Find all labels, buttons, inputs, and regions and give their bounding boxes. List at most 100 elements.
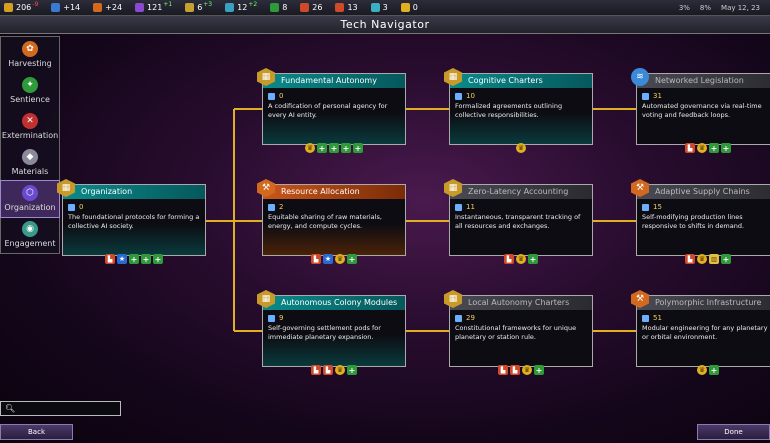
research-icon	[455, 92, 462, 100]
fac-unlock-icon[interactable]: ▙	[510, 365, 520, 375]
crown-unlock-icon[interactable]: ♛	[697, 143, 707, 153]
plus-unlock-icon[interactable]: +	[534, 365, 544, 375]
plus-unlock-icon[interactable]: +	[709, 143, 719, 153]
plus-unlock-icon[interactable]: +	[347, 254, 357, 264]
tech-description: Instantaneous, transparent tracking of a…	[455, 213, 581, 230]
tech-cost: 0	[63, 199, 205, 211]
tech-cost: 51	[637, 310, 770, 322]
extermination-icon: ✕	[22, 113, 38, 129]
plus-unlock-icon[interactable]: +	[317, 143, 327, 153]
tech-cost: 15	[637, 199, 770, 211]
star-unlock-icon[interactable]: ★	[323, 254, 333, 264]
tech-node[interactable]: ▦ Local Autonomy Charters 29 Constitutional…	[444, 290, 593, 367]
search-input[interactable]: 🔍︎	[0, 401, 121, 416]
organization-icon: ⬡	[22, 185, 38, 201]
tech-unlocks: ▙ ▙ ♛ +	[311, 365, 357, 375]
bank-unlock-icon[interactable]: ▥	[709, 254, 719, 264]
tech-description: Constitutional frameworks for unique pla…	[455, 324, 577, 341]
crown-unlock-icon[interactable]: ♛	[516, 254, 526, 264]
research-icon	[455, 314, 462, 322]
plus-unlock-icon[interactable]: +	[528, 254, 538, 264]
crown-unlock-icon[interactable]: ♛	[697, 365, 707, 375]
plus-unlock-icon[interactable]: +	[341, 143, 351, 153]
tech-node[interactable]: ≋ Networked Legislation 31 Automated govern…	[631, 68, 770, 145]
tech-description: The foundational protocols for forming a…	[68, 213, 200, 230]
tech-node[interactable]: ⚒ Adaptive Supply Chains 15 Self-modifying …	[631, 179, 770, 256]
cost-value: 31	[653, 92, 662, 100]
cost-value: 51	[653, 314, 662, 322]
crown-unlock-icon[interactable]: ♛	[305, 143, 315, 153]
tech-description: Self-modifying production lines responsi…	[642, 213, 745, 230]
tech-node[interactable]: ⚒ Polymorphic Infrastructure 51 Modular eng…	[631, 290, 770, 367]
research-icon	[268, 92, 275, 100]
sidebar-item-label: Materials	[11, 167, 49, 176]
tech-description: Equitable sharing of raw materials, ener…	[268, 213, 382, 230]
research-icon	[642, 203, 649, 211]
tech-name: Local Autonomy Charters	[450, 296, 592, 310]
fac-unlock-icon[interactable]: ▙	[323, 365, 333, 375]
plus-unlock-icon[interactable]: +	[347, 365, 357, 375]
fac-unlock-icon[interactable]: ▙	[311, 365, 321, 375]
tech-cost: 11	[450, 199, 592, 211]
crown-unlock-icon[interactable]: ♛	[522, 365, 532, 375]
materials-icon: ◆	[22, 149, 38, 165]
tech-unlocks: ♛ +	[697, 365, 719, 375]
sidebar-item-engagement[interactable]: ◉ Engagement	[1, 217, 59, 253]
crown-unlock-icon[interactable]: ♛	[516, 143, 526, 153]
tech-unlocks: ♛	[516, 143, 526, 153]
tech-node[interactable]: ▦ Organization 0 The foundational protocols…	[57, 179, 206, 256]
sidebar-item-label: Extermination	[1, 131, 59, 140]
plus-unlock-icon[interactable]: +	[141, 254, 151, 264]
tech-node[interactable]: ▦ Autonomous Colony Modules 9 Self-governin…	[257, 290, 406, 367]
tech-cost: 10	[450, 88, 592, 100]
tech-name: Organization	[63, 185, 205, 199]
cost-value: 15	[653, 203, 662, 211]
tech-node[interactable]: ▦ Fundamental Autonomy 0 A codification of …	[257, 68, 406, 145]
sidebar-item-label: Engagement	[4, 239, 56, 248]
tech-name: Polymorphic Infrastructure	[637, 296, 770, 310]
sidebar-item-extermination[interactable]: ✕ Extermination	[1, 109, 59, 145]
done-button[interactable]: Done	[697, 424, 770, 440]
fac-unlock-icon[interactable]: ▙	[685, 254, 695, 264]
tech-node[interactable]: ⚒ Resource Allocation 2 Equitable sharing o…	[257, 179, 406, 256]
cost-value: 10	[466, 92, 475, 100]
sidebar-item-organization[interactable]: ⬡ Organization	[0, 180, 60, 218]
sidebar-item-sentience[interactable]: ✦ Sentience	[1, 73, 59, 109]
fac-unlock-icon[interactable]: ▙	[685, 143, 695, 153]
sidebar-item-label: Harvesting	[8, 59, 52, 68]
tech-unlocks: ▙ ★ ♛ +	[311, 254, 357, 264]
tech-unlocks: ♛ + + + +	[305, 143, 363, 153]
cost-value: 0	[279, 92, 284, 100]
fac-unlock-icon[interactable]: ▙	[504, 254, 514, 264]
research-icon	[455, 203, 462, 211]
tech-cost: 0	[263, 88, 405, 100]
plus-unlock-icon[interactable]: +	[721, 254, 731, 264]
plus-unlock-icon[interactable]: +	[129, 254, 139, 264]
back-button[interactable]: Back	[0, 424, 73, 440]
tech-name: Networked Legislation	[637, 74, 770, 88]
star-unlock-icon[interactable]: ★	[117, 254, 127, 264]
research-icon	[268, 203, 275, 211]
plus-unlock-icon[interactable]: +	[721, 143, 731, 153]
crown-unlock-icon[interactable]: ♛	[335, 365, 345, 375]
sidebar-item-label: Organization	[4, 203, 56, 212]
tech-unlocks: ▙ ▙ ♛ +	[498, 365, 544, 375]
tech-unlocks: ▙ ★ + + +	[105, 254, 163, 264]
tech-node[interactable]: ▦ Cognitive Charters 10 Formalized agreemen…	[444, 68, 593, 145]
sidebar-item-harvesting[interactable]: ✿ Harvesting	[1, 37, 59, 73]
tech-node[interactable]: ▦ Zero-Latency Accounting 11 Instantaneous,…	[444, 179, 593, 256]
fac-unlock-icon[interactable]: ▙	[311, 254, 321, 264]
tech-name: Fundamental Autonomy	[263, 74, 405, 88]
plus-unlock-icon[interactable]: +	[353, 143, 363, 153]
research-icon	[642, 92, 649, 100]
research-icon	[642, 314, 649, 322]
plus-unlock-icon[interactable]: +	[329, 143, 339, 153]
plus-unlock-icon[interactable]: +	[153, 254, 163, 264]
tech-name: Adaptive Supply Chains	[637, 185, 770, 199]
sidebar-item-materials[interactable]: ◆ Materials	[1, 145, 59, 181]
crown-unlock-icon[interactable]: ♛	[335, 254, 345, 264]
plus-unlock-icon[interactable]: +	[709, 365, 719, 375]
fac-unlock-icon[interactable]: ▙	[498, 365, 508, 375]
crown-unlock-icon[interactable]: ♛	[697, 254, 707, 264]
fac-unlock-icon[interactable]: ▙	[105, 254, 115, 264]
